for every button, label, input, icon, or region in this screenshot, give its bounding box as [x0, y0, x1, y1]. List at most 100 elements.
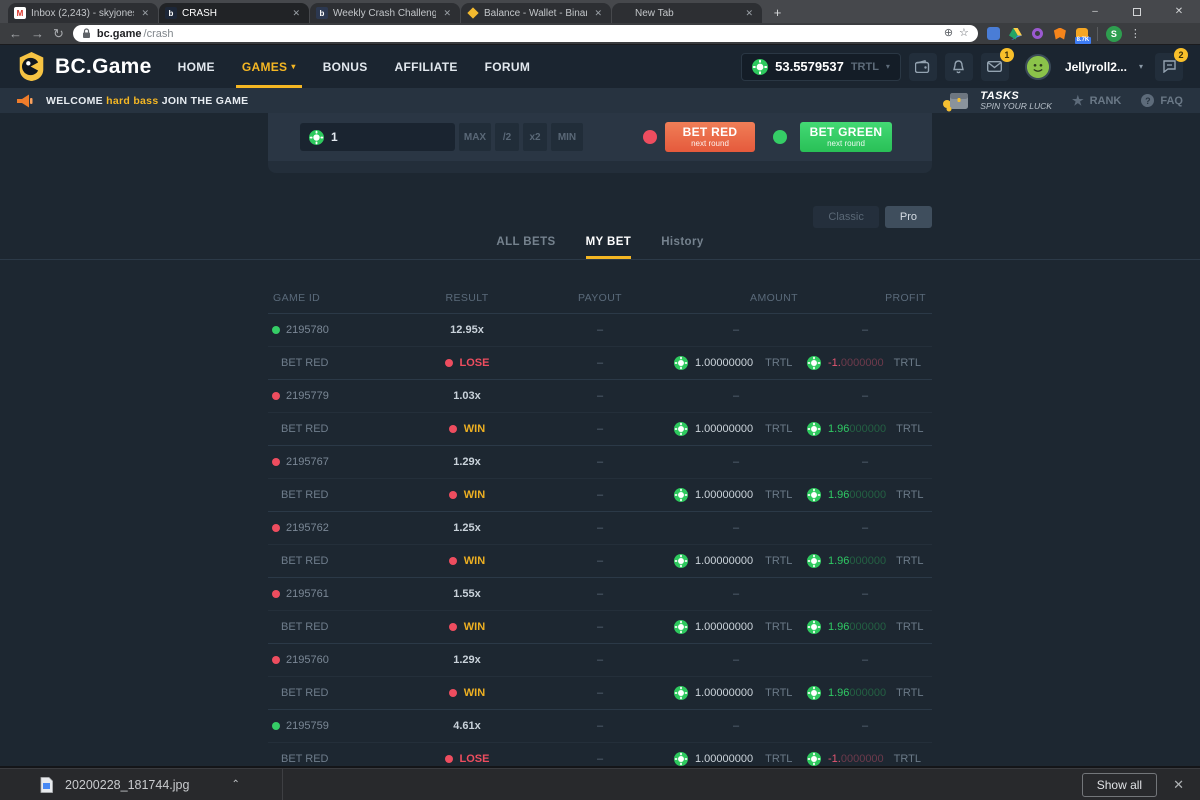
nav-games[interactable]: GAMES▾: [242, 45, 296, 88]
purple-ring-extension-icon[interactable]: [1031, 27, 1045, 41]
game-row[interactable]: 2195760 1.29x – – –: [268, 644, 932, 677]
result-multiplier: 4.61x: [453, 720, 481, 732]
nav-bonus[interactable]: BONUS: [323, 45, 368, 88]
game-row[interactable]: 2195779 1.03x – – –: [268, 380, 932, 413]
bet-dot-icon: [449, 557, 457, 565]
trtl-coin-icon: [674, 620, 688, 634]
chat-button[interactable]: 2: [1155, 53, 1183, 81]
new-tab-button[interactable]: +: [769, 4, 786, 21]
profit-value: 1.96: [828, 687, 849, 699]
username-label[interactable]: Jellyroll2...: [1065, 60, 1127, 74]
wallet-button[interactable]: [909, 53, 937, 81]
padlock-icon: [82, 28, 91, 39]
trtl-coin-icon: [807, 422, 821, 436]
tab-close-icon[interactable]: ✕: [138, 7, 152, 20]
game-row[interactable]: 2195780 12.95x – – –: [268, 314, 932, 347]
page-content: 1 MAX /2 x2 MIN BET RED next round BET G: [0, 113, 1200, 767]
tab-close-icon[interactable]: ✕: [742, 7, 756, 20]
chevron-up-icon[interactable]: ⌃: [231, 779, 239, 790]
tab-history[interactable]: History: [661, 236, 703, 259]
download-item[interactable]: 20200228_181744.jpg ⌃: [0, 777, 240, 793]
bet-panel-footer: [268, 161, 932, 173]
game-row[interactable]: 2195767 1.29x – – –: [268, 446, 932, 479]
show-all-button[interactable]: Show all: [1082, 773, 1157, 797]
tab-title: Weekly Crash Challenge - Red Re: [333, 8, 436, 19]
tab-close-icon[interactable]: ✕: [289, 7, 303, 20]
profit-currency: TRTL: [894, 753, 921, 765]
back-icon[interactable]: ←: [9, 27, 22, 40]
page-action-icon[interactable]: ⊕: [944, 28, 953, 39]
balance-amount: 53.5579537: [775, 59, 844, 74]
tab-close-icon[interactable]: ✕: [591, 7, 605, 20]
treasure-chest-icon: [942, 90, 972, 112]
bet-type-label: BET RED: [268, 687, 328, 699]
balance-selector[interactable]: 53.5579537 TRTL ▾: [741, 53, 901, 81]
tasks-link[interactable]: TASKS SPIN YOUR LUCK: [942, 90, 1052, 112]
profit-dash: –: [862, 654, 868, 666]
amount-currency: TRTL: [765, 555, 792, 567]
nav-affiliate[interactable]: AFFILIATE: [395, 45, 458, 88]
payout-dash: –: [597, 555, 603, 567]
browser-tab[interactable]: b CRASH ✕: [159, 3, 309, 23]
bookmark-star-icon[interactable]: ☆: [959, 28, 969, 39]
max-button[interactable]: MAX: [459, 123, 491, 151]
profit-value: -1.: [828, 357, 841, 369]
amount-dash: –: [733, 324, 739, 336]
browser-profile-avatar[interactable]: S: [1106, 26, 1122, 42]
half-button[interactable]: /2: [495, 123, 519, 151]
reload-icon[interactable]: ↻: [53, 27, 64, 40]
bet-amount: 1.00000000: [695, 357, 753, 369]
bet-amount-input[interactable]: 1: [300, 123, 455, 151]
green-dot-icon: [773, 130, 787, 144]
tab-close-icon[interactable]: ✕: [440, 7, 454, 20]
game-row[interactable]: 2195759 4.61x – – –: [268, 710, 932, 743]
badged-extension-icon[interactable]: 8.7K: [1075, 27, 1089, 41]
tab-all-bets[interactable]: ALL BETS: [496, 236, 555, 259]
mail-badge: 1: [1000, 48, 1014, 62]
browser-menu-icon[interactable]: ⋮: [1130, 27, 1141, 40]
browser-tab[interactable]: b Weekly Crash Challenge - Red Re ✕: [310, 3, 460, 23]
metamask-fox-icon[interactable]: [1053, 27, 1067, 41]
maximize-button[interactable]: [1116, 0, 1158, 23]
browser-tab[interactable]: Balance - Wallet - Binance ✕: [461, 3, 611, 23]
toolbar-separator: [1097, 27, 1098, 41]
brand-title[interactable]: BC.Game: [55, 55, 152, 79]
window-close-button[interactable]: ✕: [1158, 0, 1200, 23]
tab-favicon: M: [14, 7, 26, 19]
tab-title: CRASH: [182, 8, 285, 19]
nav-forum[interactable]: FORUM: [485, 45, 531, 88]
mail-button[interactable]: 1: [981, 53, 1009, 81]
notifications-button[interactable]: [945, 53, 973, 81]
drive-extension-icon[interactable]: [1009, 27, 1023, 41]
bcgame-logo-icon[interactable]: [17, 51, 46, 82]
trtl-coin-icon: [309, 130, 324, 145]
download-bar-close-icon[interactable]: ✕: [1173, 777, 1184, 793]
screen: M Inbox (2,243) - skyjones84@gma ✕ b CRA…: [0, 0, 1200, 800]
bet-red-button[interactable]: BET RED next round: [665, 122, 755, 152]
game-result-dot-icon: [272, 458, 280, 466]
forward-icon[interactable]: →: [31, 27, 44, 40]
amount-currency: TRTL: [765, 357, 792, 369]
result-multiplier: 1.29x: [453, 456, 481, 468]
minimize-button[interactable]: –: [1074, 0, 1116, 23]
header-result: RESULT: [408, 292, 526, 304]
bell-icon: [952, 60, 965, 74]
game-row[interactable]: 2195762 1.25x – – –: [268, 512, 932, 545]
faq-link[interactable]: ? FAQ: [1141, 94, 1183, 107]
pro-toggle-button[interactable]: Pro: [885, 206, 932, 228]
bet-green-button[interactable]: BET GREEN next round: [800, 122, 892, 152]
browser-tab[interactable]: New Tab ✕: [612, 3, 762, 23]
game-row[interactable]: 2195761 1.55x – – –: [268, 578, 932, 611]
double-button[interactable]: x2: [523, 123, 547, 151]
tab-my-bet[interactable]: MY BET: [586, 236, 632, 259]
user-avatar[interactable]: [1025, 54, 1051, 80]
nav-home[interactable]: HOME: [178, 45, 215, 88]
chat-compose-icon: [1163, 60, 1176, 73]
blue-extension-icon[interactable]: [987, 27, 1001, 41]
classic-toggle-button[interactable]: Classic: [813, 206, 878, 228]
rank-link[interactable]: ★ RANK: [1072, 93, 1121, 109]
browser-tab[interactable]: M Inbox (2,243) - skyjones84@gma ✕: [8, 3, 158, 23]
min-button[interactable]: MIN: [551, 123, 583, 151]
address-bar[interactable]: bc.game/crash ⊕ ☆: [73, 25, 978, 42]
mail-icon: [987, 61, 1002, 72]
